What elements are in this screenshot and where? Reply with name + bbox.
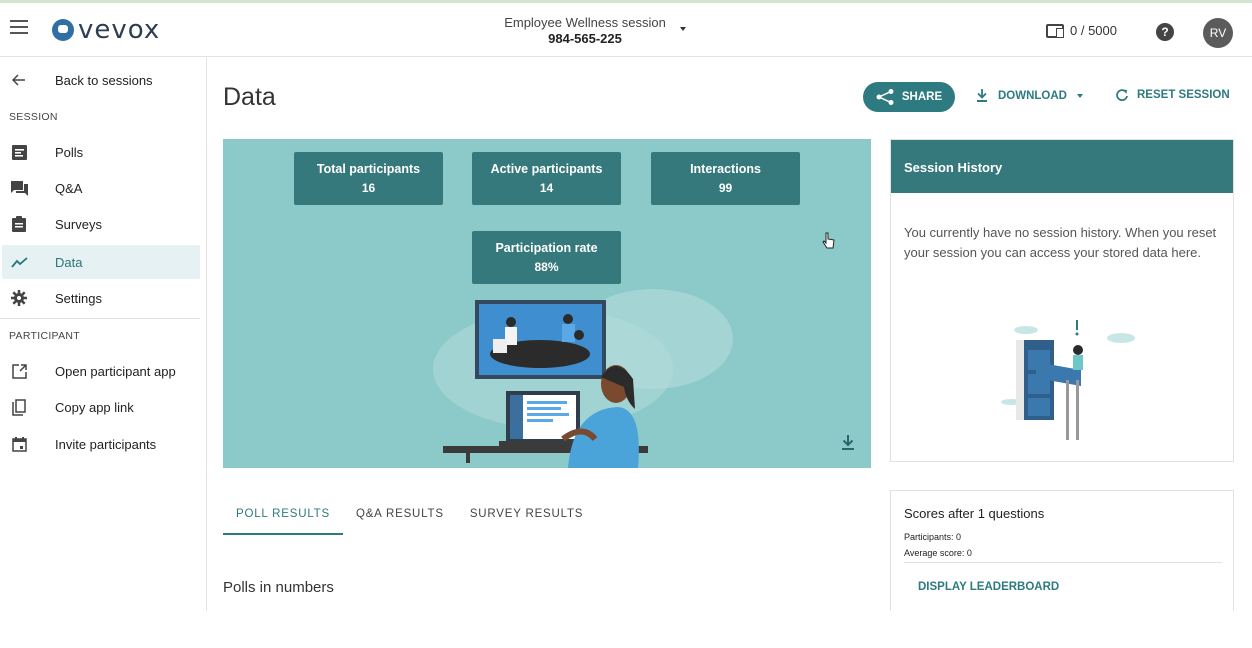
data-icon <box>10 253 28 271</box>
calendar-icon <box>10 435 28 453</box>
app-header: vevox Employee Wellness session 984-565-… <box>0 3 1252 57</box>
session-selector[interactable]: Employee Wellness session 984-565-225 <box>480 15 690 46</box>
sidebar-item-label: Surveys <box>55 216 102 232</box>
reset-label: RESET SESSION <box>1137 89 1230 101</box>
external-link-icon <box>10 362 28 380</box>
sidebar-item-label: Invite participants <box>55 436 157 452</box>
menu-icon[interactable] <box>10 20 28 34</box>
logo-text: vevox <box>78 15 161 45</box>
sidebar: Back to sessions SESSION Polls Q&A Surve… <box>0 58 207 611</box>
vevox-logo-icon <box>52 19 74 41</box>
stat-participation-rate: Participation rate 88% <box>472 231 621 284</box>
tab-qa-results[interactable]: Q&A RESULTS <box>343 498 457 535</box>
stat-value: 88% <box>534 260 559 274</box>
stat-title: Active participants <box>490 162 603 176</box>
scores-participants: Participants: 0 <box>904 532 962 542</box>
polls-icon <box>10 143 28 161</box>
tab-survey-results[interactable]: SURVEY RESULTS <box>457 498 596 535</box>
session-history-card: Session History You currently have no se… <box>890 139 1234 462</box>
sidebar-item-label: Copy app link <box>55 399 134 415</box>
chevron-down-icon <box>1077 93 1083 98</box>
section-participant: PARTICIPANT <box>9 330 80 342</box>
back-label: Back to sessions <box>55 72 153 88</box>
stat-value: 14 <box>539 181 554 195</box>
sidebar-item-qa[interactable]: Q&A <box>2 171 200 205</box>
sidebar-item-surveys[interactable]: Surveys <box>2 207 200 241</box>
sidebar-item-label: Settings <box>55 290 102 306</box>
refresh-icon <box>1116 89 1128 101</box>
data-hero-panel: Total participants 16 Active participant… <box>223 139 871 468</box>
share-label: SHARE <box>901 91 943 103</box>
stat-title: Interactions <box>690 162 761 176</box>
avatar[interactable]: RV <box>1203 18 1233 48</box>
scores-divider <box>904 562 1222 563</box>
session-code: 984-565-225 <box>548 31 622 46</box>
reset-session-button[interactable]: RESET SESSION <box>1116 89 1230 101</box>
chevron-down-icon[interactable] <box>680 27 686 31</box>
sidebar-divider <box>0 318 200 319</box>
download-button[interactable]: DOWNLOAD <box>976 89 1083 102</box>
sidebar-item-open-participant-app[interactable]: Open participant app <box>2 354 200 388</box>
scores-title: Scores after 1 questions <box>904 506 1045 521</box>
arrow-left-icon <box>10 71 28 89</box>
page-title: Data <box>223 83 276 111</box>
participant-count-text: 0 / 5000 <box>1070 23 1117 38</box>
stat-total-participants: Total participants 16 <box>294 152 443 205</box>
stat-value: 16 <box>361 181 376 195</box>
session-history-title: Session History <box>891 140 1233 193</box>
help-icon[interactable]: ? <box>1156 23 1174 41</box>
stat-active-participants: Active participants 14 <box>472 152 621 205</box>
tab-poll-results[interactable]: POLL RESULTS <box>223 498 343 535</box>
download-label: DOWNLOAD <box>998 89 1067 102</box>
sidebar-item-label: Polls <box>55 144 84 160</box>
share-button[interactable]: SHARE <box>863 82 955 112</box>
session-history-message: You currently have no session history. W… <box>904 225 1217 260</box>
session-name: Employee Wellness session <box>504 15 666 30</box>
sidebar-item-data[interactable]: Data <box>2 245 200 279</box>
archive-illustration <box>1001 320 1135 440</box>
section-session: SESSION <box>9 111 58 123</box>
sidebar-item-polls[interactable]: Polls <box>2 135 200 169</box>
sidebar-item-label: Q&A <box>55 180 83 196</box>
gear-icon <box>10 289 28 307</box>
results-tabs: POLL RESULTS Q&A RESULTS SURVEY RESULTS <box>223 498 596 536</box>
polls-in-numbers-heading: Polls in numbers <box>223 579 334 596</box>
participant-counter: 0 / 5000 <box>1046 23 1117 38</box>
stat-interactions: Interactions 99 <box>651 152 800 205</box>
sidebar-item-invite-participants[interactable]: Invite participants <box>2 427 200 461</box>
main-content: Data SHARE DOWNLOAD RESET SESSION Total … <box>208 58 1252 611</box>
scores-average: Average score: 0 <box>904 548 972 558</box>
devices-icon <box>1046 23 1064 38</box>
back-to-sessions[interactable]: Back to sessions <box>2 63 200 97</box>
sidebar-item-settings[interactable]: Settings <box>2 281 200 315</box>
display-leaderboard-button[interactable]: DISPLAY LEADERBOARD <box>918 581 1059 593</box>
stat-value: 99 <box>718 181 733 195</box>
surveys-icon <box>10 215 28 233</box>
sidebar-item-copy-app-link[interactable]: Copy app link <box>2 390 200 424</box>
scores-card: Scores after 1 questions Participants: 0… <box>890 490 1234 611</box>
app-logo[interactable]: vevox <box>52 15 160 45</box>
cursor-icon <box>822 232 835 249</box>
stat-title: Total participants <box>316 162 421 176</box>
copy-icon <box>10 398 28 416</box>
stat-title: Participation rate <box>495 241 598 255</box>
share-icon <box>876 89 894 105</box>
sidebar-item-label: Data <box>55 254 83 270</box>
sidebar-item-label: Open participant app <box>55 363 176 379</box>
qa-icon <box>10 179 28 197</box>
download-icon <box>977 89 987 102</box>
download-icon[interactable] <box>841 435 855 451</box>
